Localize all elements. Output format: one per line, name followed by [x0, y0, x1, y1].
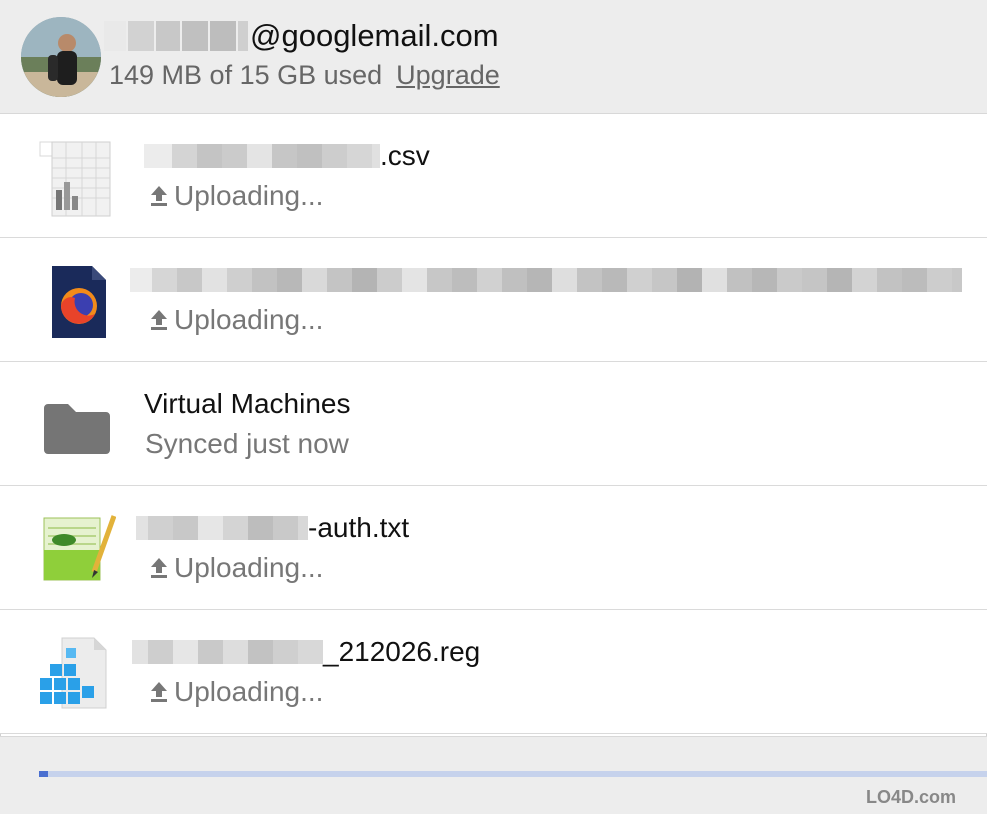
file-extension: .csv	[380, 140, 430, 171]
storage-usage: 149 MB of 15 GB used Upgrade	[109, 60, 500, 91]
footer-bar: LO4D.com	[0, 736, 987, 814]
notepad-file-icon	[36, 510, 117, 590]
status-text: Synced just now	[145, 428, 349, 459]
file-name: _212026.reg	[132, 632, 480, 672]
sync-item-list: .csv Uploading... Uploading... Virtual M…	[0, 114, 987, 734]
account-email: @googlemail.com	[104, 14, 499, 58]
status-text: Uploading...	[174, 304, 324, 335]
sync-status: Synced just now	[145, 428, 349, 460]
redacted-name	[130, 260, 962, 300]
sync-progress-fill	[39, 771, 49, 777]
file-suffix: -auth.txt	[308, 512, 410, 543]
upload-status: Uploading...	[148, 676, 323, 708]
firefox-file-icon	[36, 262, 116, 342]
status-text: Uploading...	[174, 676, 324, 707]
file-suffix: _212026.reg	[323, 636, 481, 667]
watermark-badge: LO4D.com	[865, 786, 957, 807]
usage-text: 149 MB of 15 GB used	[109, 60, 383, 90]
status-text: Uploading...	[174, 552, 324, 583]
upgrade-link[interactable]: Upgrade	[396, 60, 500, 91]
avatar[interactable]	[21, 17, 101, 97]
redacted-name	[144, 136, 380, 176]
file-name	[130, 260, 962, 300]
upload-status: Uploading...	[148, 304, 323, 336]
folder-icon	[36, 386, 116, 466]
file-name: .csv	[144, 136, 430, 176]
email-domain: @googlemail.com	[250, 18, 499, 53]
upload-icon	[151, 186, 167, 206]
folder-name-line: Virtual Machines	[144, 384, 350, 424]
list-item[interactable]: _212026.reg Uploading...	[0, 610, 987, 734]
registry-file-icon	[36, 634, 116, 714]
list-item[interactable]: Virtual Machines Synced just now	[0, 362, 987, 486]
list-item[interactable]: Uploading...	[0, 238, 987, 362]
redacted-name	[136, 508, 308, 548]
spreadsheet-file-icon	[36, 138, 116, 218]
upload-icon	[151, 310, 167, 330]
redacted-name	[132, 632, 323, 672]
file-name: -auth.txt	[136, 508, 409, 548]
account-header: @googlemail.com 149 MB of 15 GB used Upg…	[0, 0, 987, 114]
status-text: Uploading...	[174, 180, 324, 211]
upload-icon	[151, 558, 167, 578]
list-item[interactable]: -auth.txt Uploading...	[0, 486, 987, 610]
folder-name: Virtual Machines	[144, 388, 351, 419]
upload-status: Uploading...	[148, 180, 323, 212]
sync-progress-bar	[39, 771, 987, 777]
list-item[interactable]: .csv Uploading...	[0, 114, 987, 238]
upload-icon	[151, 682, 167, 702]
upload-status: Uploading...	[148, 552, 323, 584]
